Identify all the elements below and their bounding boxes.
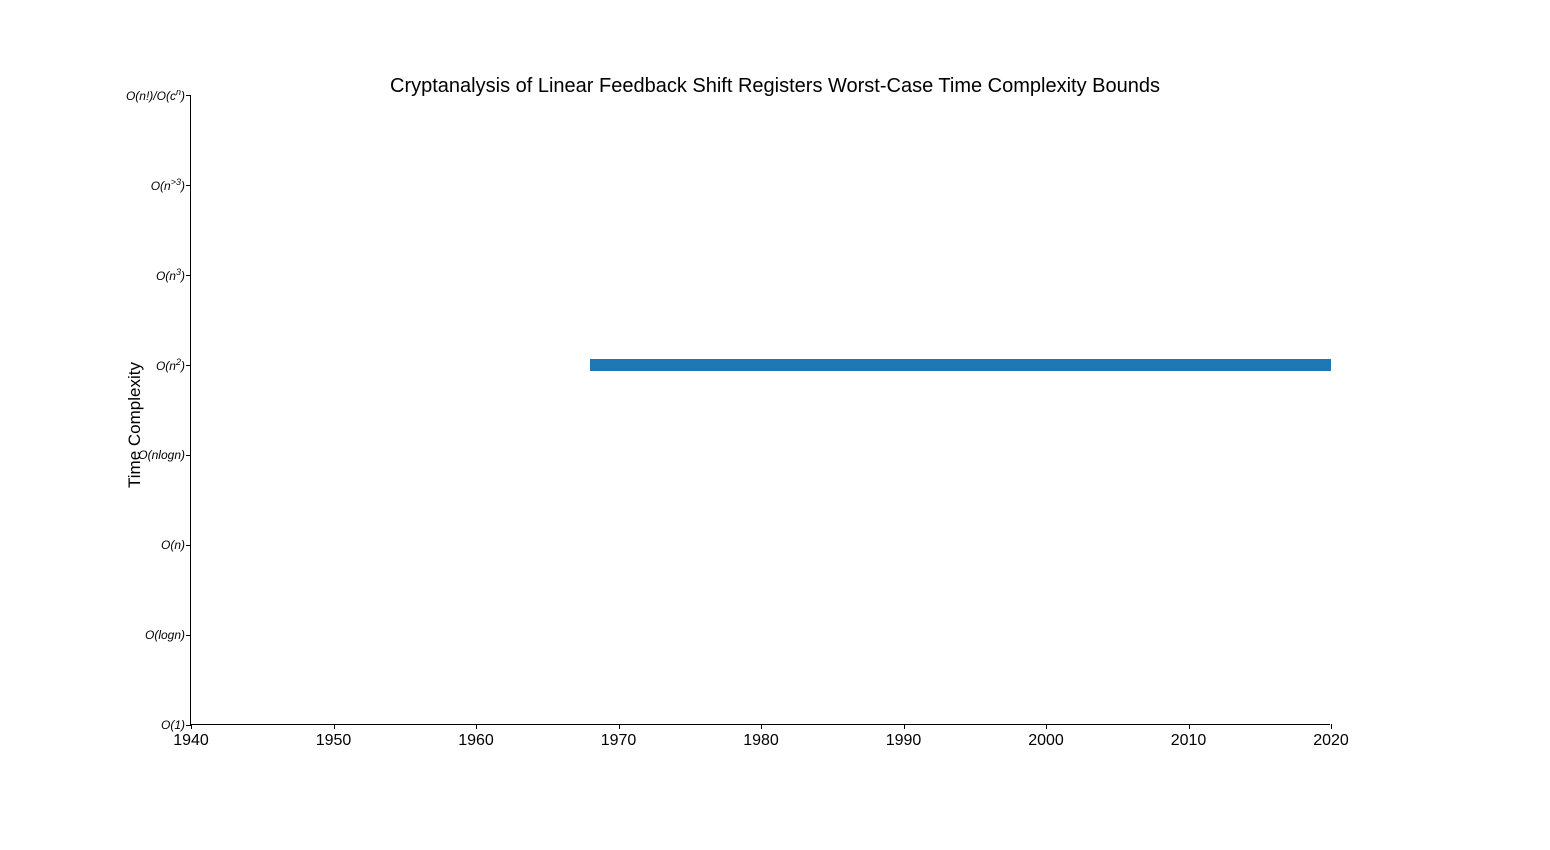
x-tick-mark: [619, 724, 620, 729]
x-tick-label: 1970: [601, 732, 637, 750]
y-tick-label: O(n!)/O(cn): [126, 87, 185, 103]
x-tick-mark: [1046, 724, 1047, 729]
x-tick-mark: [904, 724, 905, 729]
y-tick-mark: [186, 185, 191, 186]
y-tick-label: O(n): [161, 538, 185, 552]
x-tick-mark: [1331, 724, 1332, 729]
x-tick-label: 1950: [316, 732, 352, 750]
x-tick-mark: [1189, 724, 1190, 729]
y-tick-mark: [186, 95, 191, 96]
x-tick-mark: [334, 724, 335, 729]
x-tick-label: 1980: [743, 732, 779, 750]
y-tick-label: O(1): [161, 718, 185, 732]
x-tick-mark: [476, 724, 477, 729]
y-tick-mark: [186, 365, 191, 366]
x-tick-label: 2020: [1313, 732, 1349, 750]
y-tick-mark: [186, 275, 191, 276]
x-tick-label: 2010: [1171, 732, 1207, 750]
y-tick-mark: [186, 545, 191, 546]
y-axis-label: Time Complexity: [125, 362, 145, 488]
y-tick-mark: [186, 455, 191, 456]
x-tick-label: 1960: [458, 732, 494, 750]
chart-container: Cryptanalysis of Linear Feedback Shift R…: [0, 0, 1550, 850]
y-tick-label: O(n>3): [151, 177, 185, 193]
x-tick-mark: [761, 724, 762, 729]
x-tick-label: 1990: [886, 732, 922, 750]
series-line: [590, 359, 1331, 371]
y-tick-label: O(n3): [156, 267, 185, 283]
x-tick-label: 2000: [1028, 732, 1064, 750]
plot-area: O(1)O(logn)O(n)O(nlogn)O(n2)O(n3)O(n>3)O…: [190, 95, 1330, 725]
y-tick-mark: [186, 635, 191, 636]
y-tick-label: O(n2): [156, 357, 185, 373]
x-tick-label: 1940: [173, 732, 209, 750]
x-tick-mark: [191, 724, 192, 729]
y-tick-label: O(nlogn): [138, 448, 185, 462]
y-tick-label: O(logn): [145, 628, 185, 642]
